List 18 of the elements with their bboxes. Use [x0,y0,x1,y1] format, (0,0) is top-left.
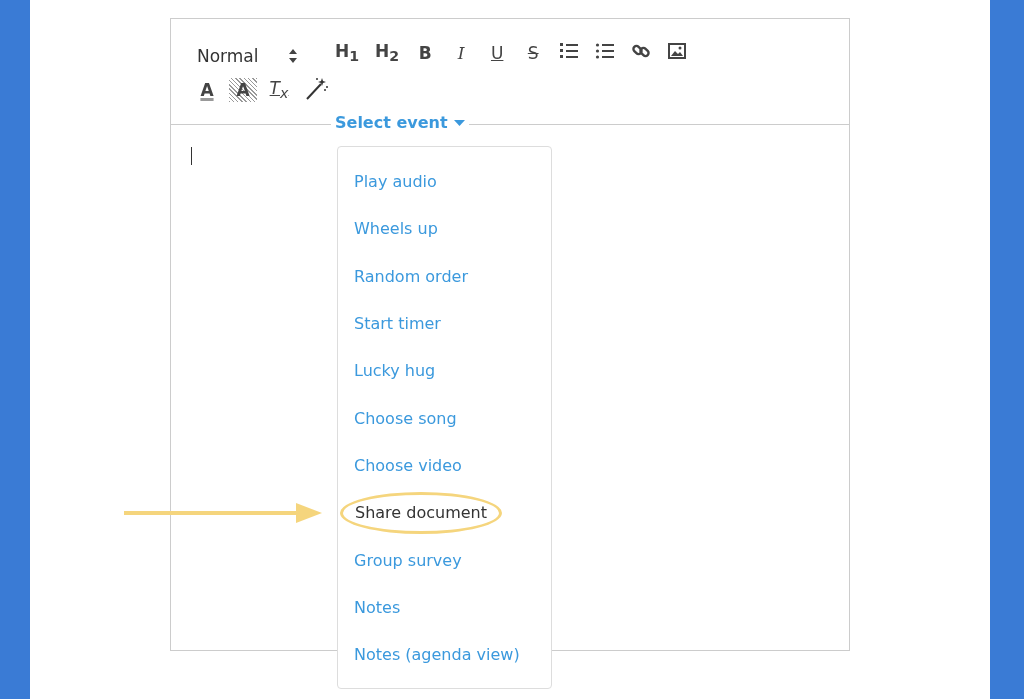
menu-item[interactable]: Share document [340,491,502,534]
toolbar-button[interactable]: I [447,41,476,65]
caret-icon [453,119,465,126]
toolbar-button[interactable]: S [519,41,548,65]
ordered-list-icon [559,42,580,60]
bullet-list-icon [595,42,616,60]
text-cursor [191,147,192,165]
updown-caret-icon [288,49,297,63]
toolbar-button[interactable]: U [483,41,512,65]
toolbar-button[interactable]: A [193,78,221,102]
toolbar-button[interactable]: H$_{1}$ [331,39,364,67]
toolbar-button[interactable]: T$_{x}$ [265,76,293,104]
format-select[interactable]: Normal [193,40,323,66]
magic-wand-icon [305,75,329,101]
toolbar-button[interactable]: A [229,78,257,102]
toolbar-button[interactable]: H$_{2}$ [371,39,404,67]
toolbar-button[interactable]: B [411,41,440,65]
image-icon [667,42,688,60]
